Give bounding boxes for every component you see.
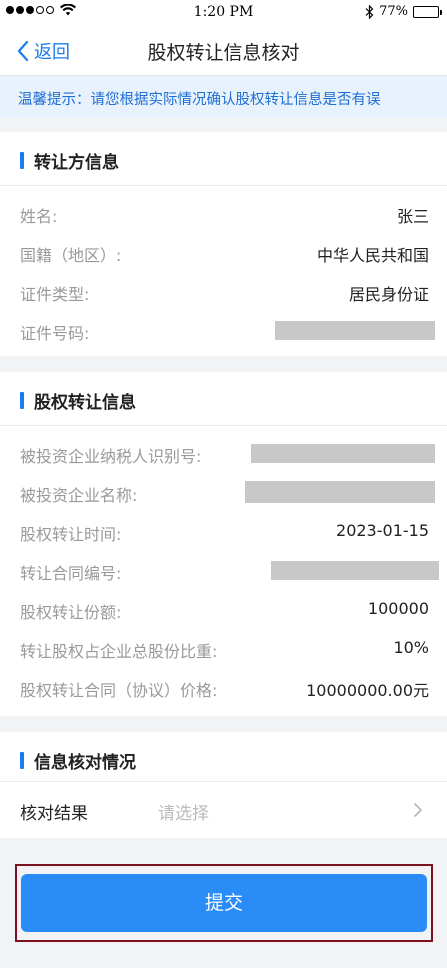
equity-card: 股权转让信息 被投资企业纳税人识别号: 被投资企业名称: 股权转让时间: 202… — [0, 372, 447, 716]
row-transfer-date: 股权转让时间: 2023-01-15 — [0, 512, 447, 551]
row-value: 张三 — [396, 207, 429, 226]
row-company-name: 被投资企业名称: — [0, 473, 447, 512]
section-marker — [20, 152, 24, 169]
battery-icon — [413, 5, 442, 18]
row-label: 证件号码: — [20, 324, 90, 343]
row-value: 100000 — [367, 599, 429, 618]
row-id-type: 证件类型: 居民身份证 — [0, 272, 447, 311]
row-transfer-shares: 股权转让份额: 100000 — [0, 590, 447, 629]
redacted-value — [251, 444, 435, 463]
battery-area: 77% — [365, 4, 442, 19]
row-label: 转让股权占企业总股份比重: — [20, 642, 218, 661]
row-label: 转让合同编号: — [20, 564, 122, 583]
row-label: 被投资企业纳税人识别号: — [20, 447, 202, 466]
page-title: 股权转让信息核对 — [147, 42, 300, 64]
row-label: 证件类型: — [20, 285, 90, 304]
transferor-card: 转让方信息 姓名: 张三 国籍（地区）: 中华人民共和国 证件类型: 居民身份证… — [0, 132, 447, 356]
row-value: 10000000.00元 — [306, 681, 429, 700]
row-label: 股权转让合同（协议）价格: — [20, 681, 218, 700]
equity-header: 股权转让信息 — [0, 372, 447, 426]
row-value: 中华人民共和国 — [316, 246, 429, 265]
row-label: 股权转让时间: — [20, 525, 122, 544]
transferor-title: 转让方信息 — [34, 153, 119, 173]
equity-title: 股权转让信息 — [34, 393, 136, 413]
chevron-right-icon — [414, 803, 422, 817]
row-value: 居民身份证 — [348, 285, 429, 304]
result-placeholder: 请选择 — [158, 804, 209, 824]
row-contract-price: 股权转让合同（协议）价格: 10000000.00元 — [0, 668, 447, 707]
verification-result-selector[interactable]: 核对结果 请选择 — [0, 782, 447, 838]
row-label: 被投资企业名称: — [20, 486, 138, 505]
status-bar: 1:20 PM 77% — [0, 0, 447, 24]
section-marker — [20, 392, 24, 409]
row-label: 股权转让份额: — [20, 603, 122, 622]
submit-button[interactable]: 提交 — [21, 874, 427, 932]
nav-bar: 返回 股权转让信息核对 — [0, 24, 447, 76]
row-share-ratio: 转让股权占企业总股份比重: 10% — [0, 629, 447, 668]
verification-card: 信息核对情况 核对结果 请选择 — [0, 732, 447, 838]
redacted-value — [271, 561, 439, 580]
row-name: 姓名: 张三 — [0, 194, 447, 233]
transferor-header: 转让方信息 — [0, 132, 447, 186]
section-marker — [20, 752, 24, 769]
result-label: 核对结果 — [20, 804, 88, 824]
row-id-number: 证件号码: — [0, 311, 447, 350]
redacted-value — [275, 321, 435, 340]
row-label: 姓名: — [20, 207, 58, 226]
bluetooth-icon — [365, 4, 374, 19]
submit-highlight: 提交 — [15, 864, 433, 942]
row-taxpayer-id: 被投资企业纳税人识别号: — [0, 434, 447, 473]
row-label: 国籍（地区）: — [20, 246, 122, 265]
row-nationality: 国籍（地区）: 中华人民共和国 — [0, 233, 447, 272]
row-contract-number: 转让合同编号: — [0, 551, 447, 590]
tip-banner: 温馨提示：请您根据实际情况确认股权转让信息是否有误 — [0, 76, 447, 118]
verification-header: 信息核对情况 — [0, 732, 447, 782]
battery-percent: 77% — [379, 4, 408, 19]
row-value: 10% — [393, 638, 429, 657]
row-value: 2023-01-15 — [336, 521, 429, 540]
redacted-value — [245, 481, 435, 503]
verification-title: 信息核对情况 — [34, 753, 136, 773]
